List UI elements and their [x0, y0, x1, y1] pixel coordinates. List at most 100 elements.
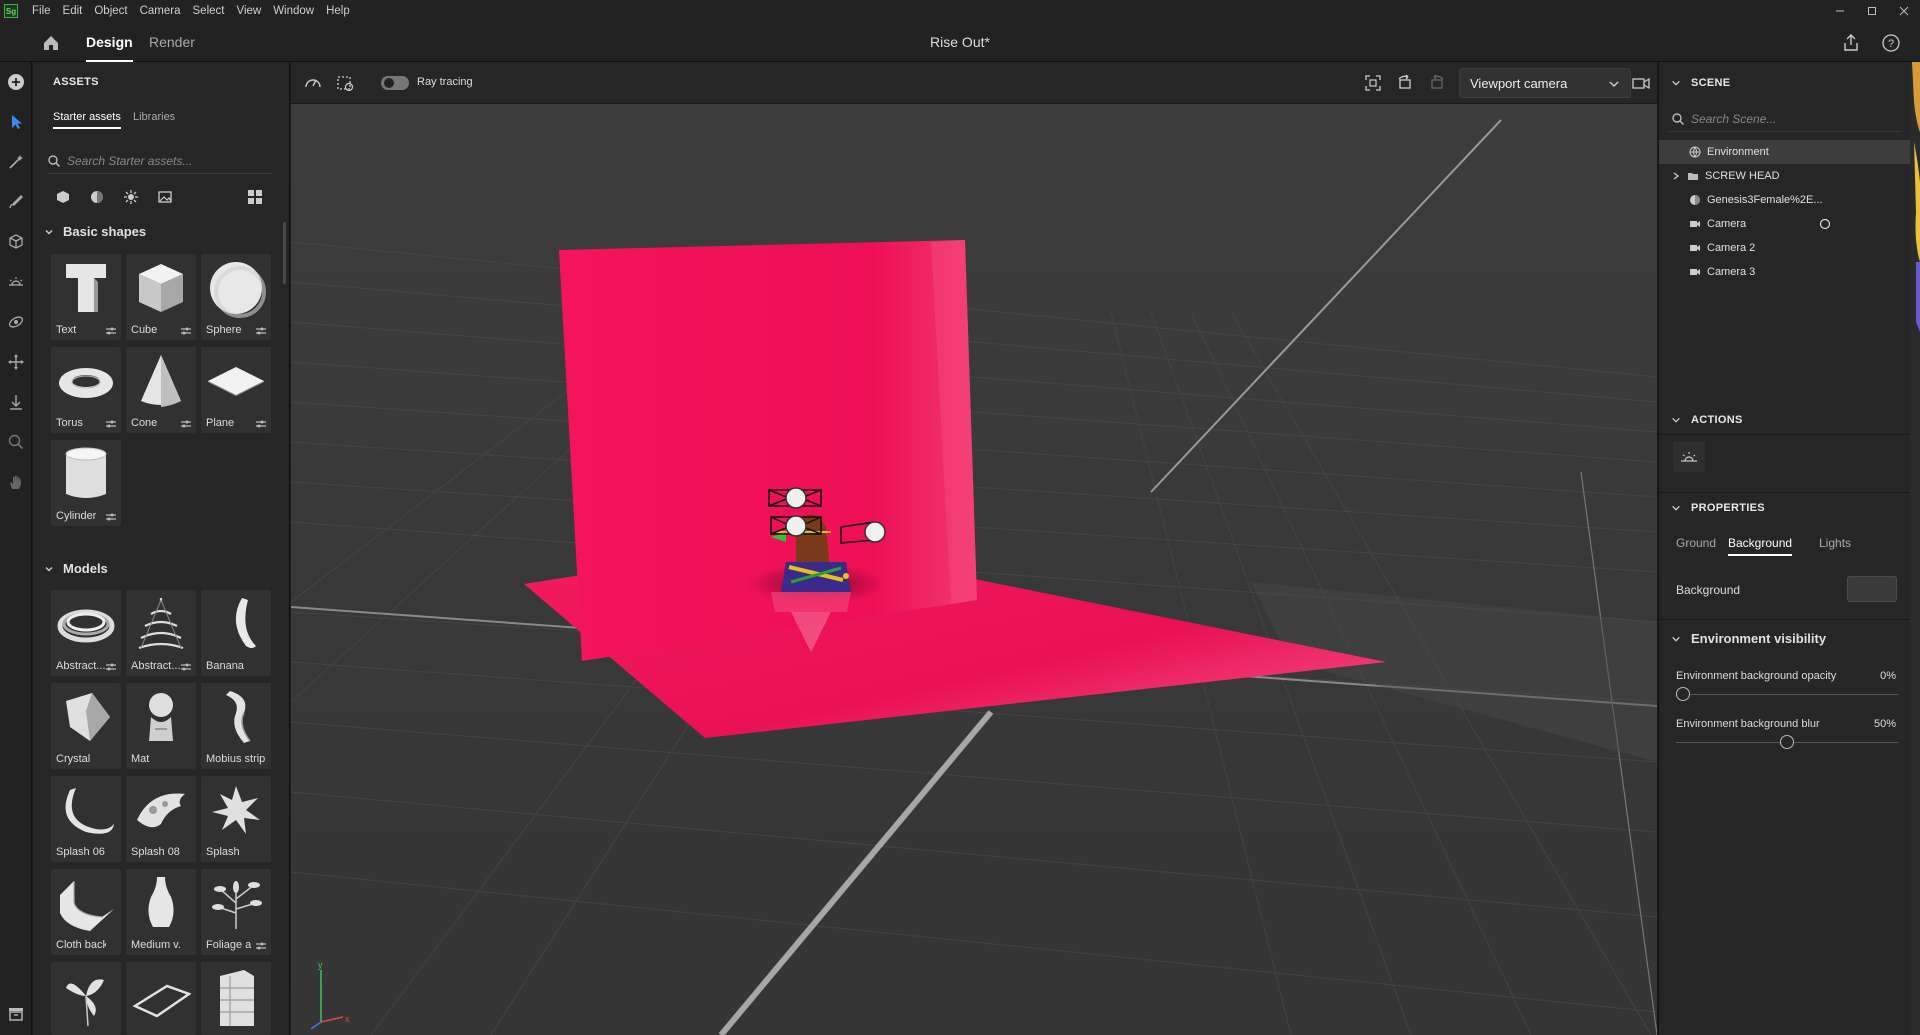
- asset-tile-cube[interactable]: Cube: [126, 254, 196, 340]
- grid-view-icon[interactable]: [247, 189, 263, 205]
- menu-object[interactable]: Object: [88, 0, 133, 22]
- undo-camera-button[interactable]: [1395, 73, 1415, 93]
- menu-edit[interactable]: Edit: [57, 0, 89, 22]
- light-tool[interactable]: [4, 270, 28, 294]
- performance-button[interactable]: [303, 73, 323, 93]
- environment-visibility-header[interactable]: Environment visibility: [1671, 631, 1826, 646]
- zoom-tool[interactable]: [4, 430, 28, 454]
- help-button[interactable]: ?: [1880, 32, 1902, 54]
- asset-tile-plane[interactable]: Plane: [201, 347, 271, 433]
- asset-tile-splash[interactable]: Splash: [201, 776, 271, 862]
- hand-tool[interactable]: [4, 470, 28, 494]
- asset-tile-splash-06[interactable]: Splash 06: [51, 776, 121, 862]
- asset-tile-crystal[interactable]: Crystal: [51, 683, 121, 769]
- panel-toggle-button[interactable]: [4, 1002, 28, 1026]
- asset-tile-cloth-backdrop[interactable]: Cloth back...: [51, 869, 121, 955]
- asset-tile-shelf[interactable]: [201, 962, 271, 1035]
- select-tool[interactable]: [4, 110, 28, 134]
- background-color-swatch[interactable]: [1847, 576, 1897, 602]
- maximize-button[interactable]: [1856, 0, 1888, 22]
- scene-item-environment[interactable]: Environment: [1659, 140, 1911, 164]
- menu-file[interactable]: File: [26, 0, 57, 22]
- chevron-right-icon[interactable]: [1671, 171, 1681, 181]
- scene-render[interactable]: y x: [291, 62, 1657, 1035]
- filter-lights-icon[interactable]: [123, 189, 139, 205]
- scene-item-screw-head[interactable]: SCREW HEAD: [1659, 164, 1911, 188]
- menu-select[interactable]: Select: [187, 0, 231, 22]
- asset-tile-mat[interactable]: Mat: [126, 683, 196, 769]
- asset-options-icon[interactable]: [255, 941, 267, 951]
- scene-item-camera-3[interactable]: Camera 3: [1659, 260, 1911, 284]
- minimize-button[interactable]: [1824, 0, 1856, 22]
- scene-header[interactable]: SCENE: [1671, 77, 1730, 89]
- asset-tile-abstract-1[interactable]: Abstract...: [51, 590, 121, 676]
- tab-background[interactable]: Background: [1728, 536, 1793, 556]
- filter-images-icon[interactable]: [157, 189, 173, 205]
- asset-tile-flower[interactable]: [51, 962, 121, 1035]
- asset-options-icon[interactable]: [105, 512, 117, 522]
- filter-models-icon[interactable]: [55, 189, 71, 205]
- asset-tile-banana[interactable]: Banana: [201, 590, 271, 676]
- tab-design[interactable]: Design: [86, 22, 133, 62]
- viewport[interactable]: y x Ray tracing Viewport camera: [291, 62, 1657, 1035]
- opacity-slider-thumb[interactable]: [1676, 687, 1690, 701]
- basic-shapes-header[interactable]: Basic shapes: [43, 224, 146, 239]
- dolly-tool[interactable]: [4, 390, 28, 414]
- asset-tile-medium-vase[interactable]: Medium v...: [126, 869, 196, 955]
- close-button[interactable]: [1888, 0, 1920, 22]
- models-header[interactable]: Models: [43, 561, 108, 576]
- render-settings-button[interactable]: [335, 73, 355, 93]
- asset-tile-torus[interactable]: Torus: [51, 347, 121, 433]
- blur-slider-thumb[interactable]: [1780, 735, 1794, 749]
- assets-scrollbar[interactable]: [283, 222, 286, 284]
- tab-ground[interactable]: Ground: [1676, 536, 1716, 550]
- asset-options-icon[interactable]: [180, 326, 192, 336]
- active-camera-indicator-icon[interactable]: [1819, 218, 1831, 230]
- menu-camera[interactable]: Camera: [134, 0, 187, 22]
- asset-options-icon[interactable]: [180, 662, 192, 672]
- tab-libraries[interactable]: Libraries: [133, 111, 175, 123]
- scene-item-camera-2[interactable]: Camera 2: [1659, 236, 1911, 260]
- orbit-tool[interactable]: [4, 310, 28, 334]
- asset-tile-foliage-a[interactable]: Foliage a: [201, 869, 271, 955]
- scene-item-genesis-model[interactable]: Genesis3Female%2E...: [1659, 188, 1911, 212]
- menu-help[interactable]: Help: [320, 0, 356, 22]
- tab-starter-assets[interactable]: Starter assets: [53, 111, 121, 129]
- asset-options-icon[interactable]: [255, 326, 267, 336]
- opacity-slider-track[interactable]: [1676, 694, 1898, 695]
- asset-tile-splash-08[interactable]: Splash 08: [126, 776, 196, 862]
- object-tool[interactable]: [4, 230, 28, 254]
- asset-tile-cone[interactable]: Cone: [126, 347, 196, 433]
- asset-options-icon[interactable]: [180, 419, 192, 429]
- menu-window[interactable]: Window: [267, 0, 320, 22]
- asset-options-icon[interactable]: [105, 419, 117, 429]
- magic-wand-tool[interactable]: [4, 150, 28, 174]
- paint-tool[interactable]: [4, 190, 28, 214]
- asset-tile-text[interactable]: Text: [51, 254, 121, 340]
- asset-tile-abstract-2[interactable]: Abstract...: [126, 590, 196, 676]
- share-button[interactable]: [1840, 32, 1862, 54]
- asset-tile-cylinder[interactable]: Cylinder: [51, 440, 121, 526]
- asset-tile-mobius-strip[interactable]: Mobius strip: [201, 683, 271, 769]
- add-content-button[interactable]: [4, 70, 28, 94]
- asset-options-icon[interactable]: [255, 419, 267, 429]
- pan-tool[interactable]: [4, 350, 28, 374]
- tab-render[interactable]: Render: [149, 22, 195, 62]
- action-sun-button[interactable]: [1673, 442, 1705, 472]
- actions-header[interactable]: ACTIONS: [1671, 414, 1743, 426]
- filter-materials-icon[interactable]: [89, 189, 105, 205]
- scene-item-camera[interactable]: Camera: [1659, 212, 1911, 236]
- home-button[interactable]: [40, 32, 62, 54]
- asset-options-icon[interactable]: [105, 326, 117, 336]
- tab-lights[interactable]: Lights: [1819, 536, 1851, 550]
- redo-camera-button[interactable]: [1427, 73, 1447, 93]
- frame-selection-button[interactable]: [1363, 73, 1383, 93]
- camera-select[interactable]: Viewport camera: [1459, 68, 1631, 98]
- properties-header[interactable]: PROPERTIES: [1671, 502, 1765, 514]
- camera-settings-button[interactable]: [1631, 73, 1651, 93]
- asset-tile-sphere[interactable]: Sphere: [201, 254, 271, 340]
- menu-view[interactable]: View: [230, 0, 267, 22]
- asset-tile-frame[interactable]: [126, 962, 196, 1035]
- asset-options-icon[interactable]: [105, 662, 117, 672]
- ray-tracing-toggle[interactable]: [381, 76, 409, 90]
